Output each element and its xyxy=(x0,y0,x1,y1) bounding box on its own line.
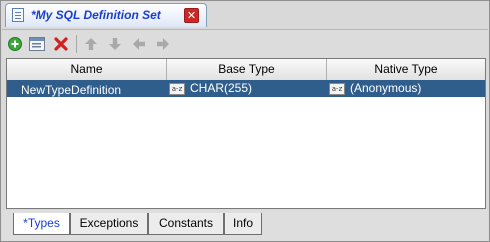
move-down-button[interactable] xyxy=(106,35,124,53)
editor-tab[interactable]: *My SQL Definition Set ✕ xyxy=(5,3,207,27)
type-badge-icon: a-z xyxy=(169,82,185,95)
table-header: Name Base Type Native Type xyxy=(7,59,485,81)
move-right-button[interactable] xyxy=(154,35,172,53)
edit-button[interactable] xyxy=(28,35,46,53)
type-definitions-table: Name Base Type Native Type NewTypeDefini… xyxy=(6,58,486,209)
arrow-left-icon xyxy=(133,38,145,50)
delete-button[interactable] xyxy=(52,35,70,53)
tab-exceptions[interactable]: Exceptions xyxy=(70,213,148,235)
tab-constants[interactable]: Constants xyxy=(148,213,224,235)
move-left-button[interactable] xyxy=(130,35,148,53)
type-badge-icon: a-z xyxy=(329,82,345,95)
native-type-value: (Anonymous) xyxy=(350,81,422,95)
editor-tab-title: *My SQL Definition Set xyxy=(31,8,161,22)
definition-set-editor: *My SQL Definition Set ✕ Name Base Type … xyxy=(0,0,490,242)
document-icon xyxy=(12,8,24,22)
column-header-base-type[interactable]: Base Type xyxy=(167,59,327,80)
add-button[interactable] xyxy=(6,35,24,53)
tab-info[interactable]: Info xyxy=(224,213,262,235)
tab-types[interactable]: *Types xyxy=(13,213,70,235)
toolbar-separator xyxy=(76,35,77,53)
move-up-button[interactable] xyxy=(82,35,100,53)
arrow-down-icon xyxy=(109,38,121,50)
cell-native-type[interactable]: a-z (Anonymous) xyxy=(329,80,421,97)
cell-base-type[interactable]: a-z CHAR(255) xyxy=(169,80,252,97)
arrow-up-icon xyxy=(85,38,97,50)
delete-icon xyxy=(54,37,68,51)
edit-icon xyxy=(29,37,45,51)
column-header-name[interactable]: Name xyxy=(7,59,167,80)
arrow-right-icon xyxy=(157,38,169,50)
add-icon xyxy=(8,37,22,51)
cell-name[interactable]: NewTypeDefinition xyxy=(21,82,121,99)
column-header-native-type[interactable]: Native Type xyxy=(327,59,485,80)
base-type-value: CHAR(255) xyxy=(190,81,253,95)
close-icon[interactable]: ✕ xyxy=(184,8,199,23)
toolbar xyxy=(2,29,488,58)
bottom-tab-bar: *Types Exceptions Constants Info xyxy=(2,210,488,241)
table-row[interactable]: NewTypeDefinition a-z CHAR(255) a-z (Anony… xyxy=(7,80,485,97)
